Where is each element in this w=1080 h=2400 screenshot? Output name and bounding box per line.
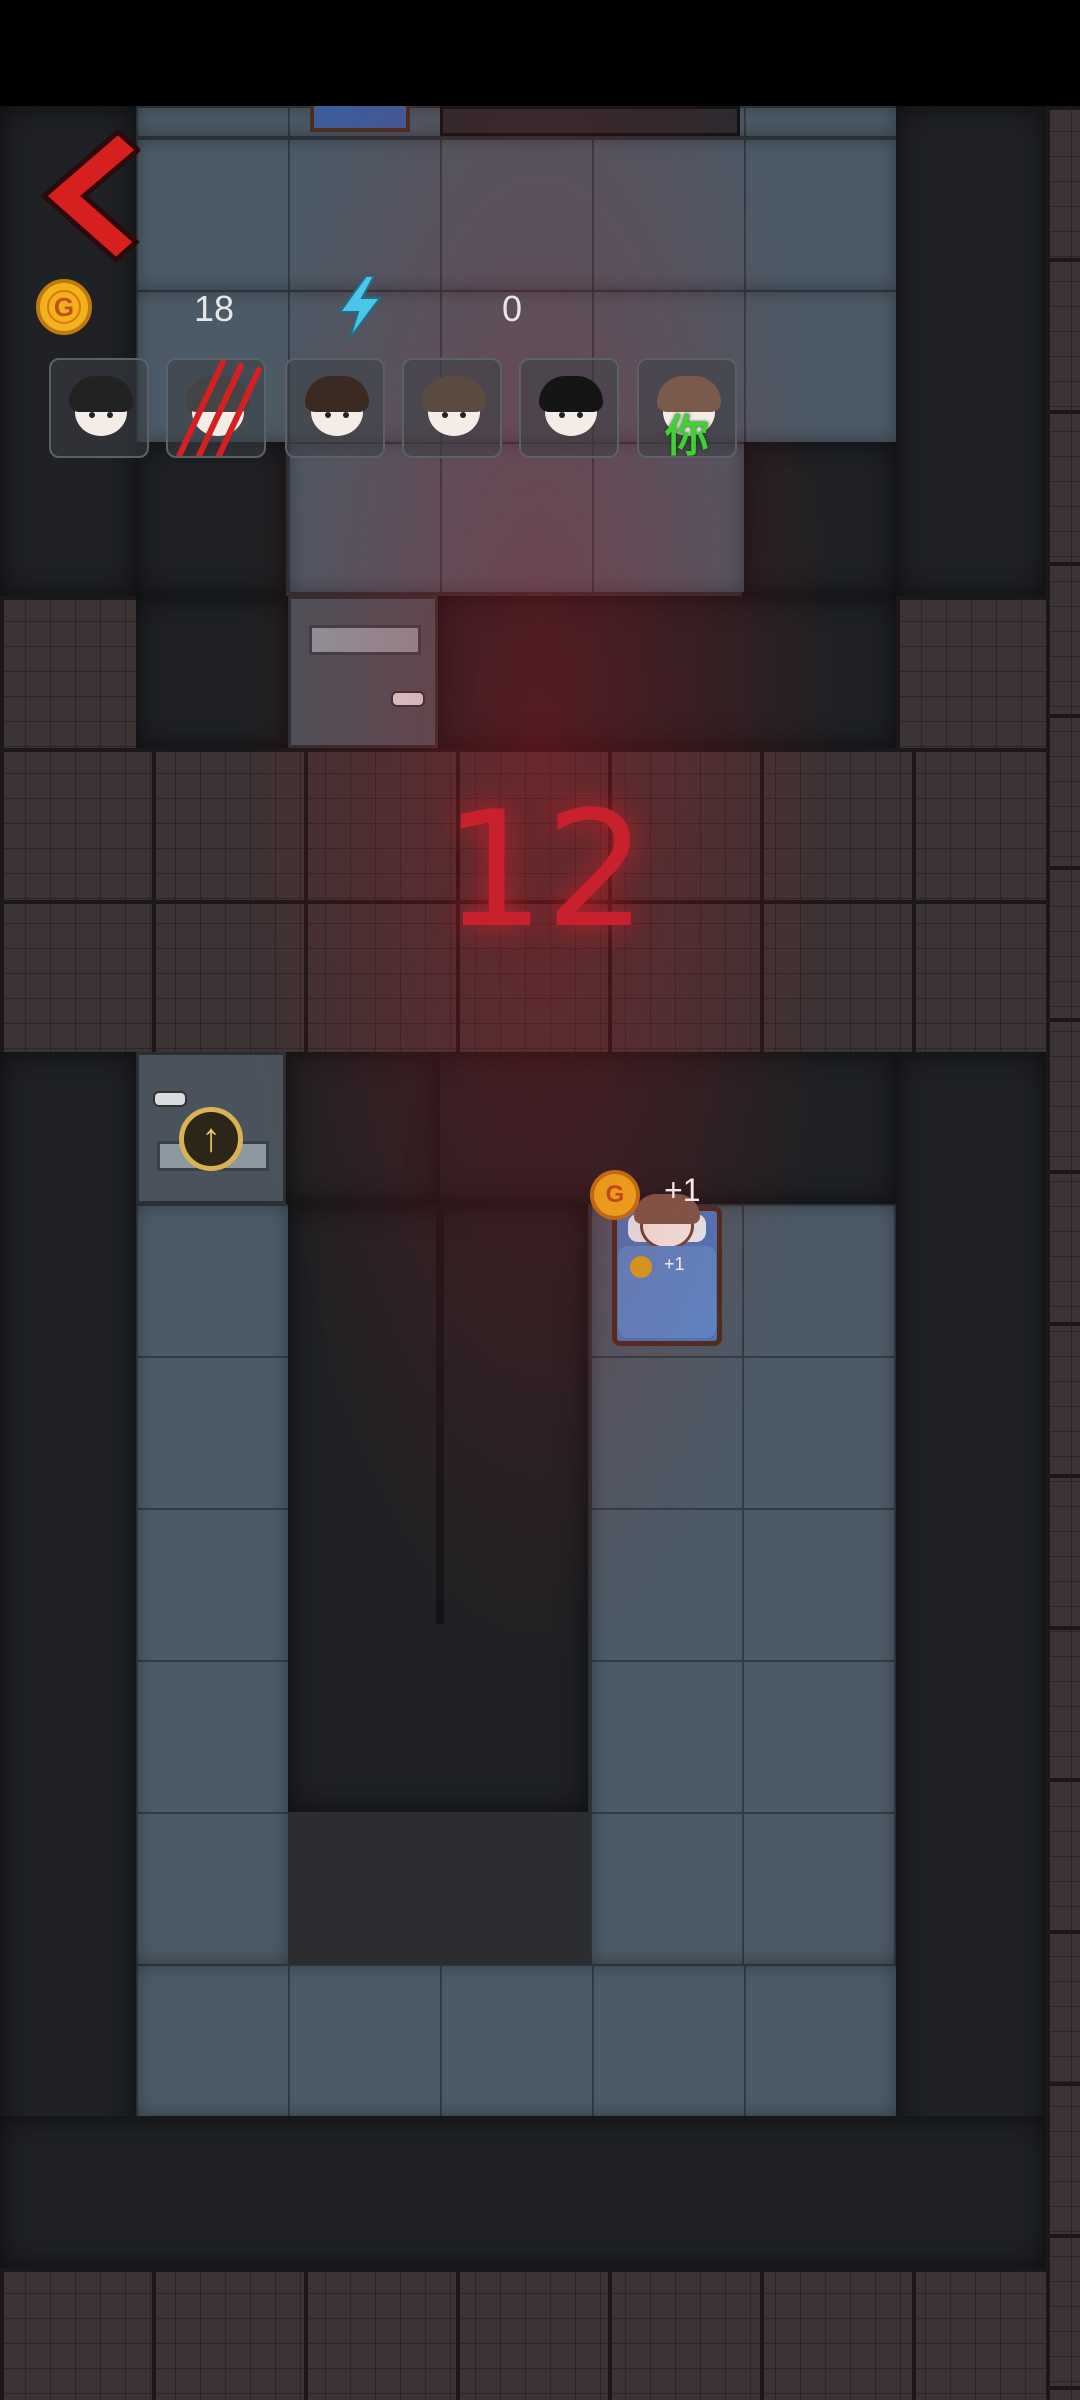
dark-wall-right-top [896,106,1046,596]
lower-room-door[interactable]: ↑ [136,1052,286,1204]
door-left-wall [136,596,288,748]
you-label: 你 [665,411,709,458]
upgrade-door-button[interactable]: ↑ [179,1107,243,1171]
corridor-bricks-right [896,596,1046,748]
player-slot-6-self[interactable]: 你 [637,358,737,458]
energy-count: 0 [502,288,523,329]
status-bar [0,0,1080,106]
bottom-bricks [0,2268,1046,2400]
top-room-door[interactable] [288,596,438,748]
player-hair [305,376,369,412]
lower-room-floor-left [136,1204,288,1964]
bed-income-label: +1 [664,1172,701,1208]
dark-void-mid [136,441,286,596]
top-wall-slot [440,106,740,136]
bed-top-remnant [310,106,410,132]
top-room-corner-right [744,442,896,596]
player-slot-3[interactable] [285,358,385,458]
player-slot-1[interactable] [49,358,149,458]
gold-coin-icon: G [36,279,92,335]
small-coin-icon [630,1256,652,1278]
lightning-icon [338,276,382,338]
countdown-timer: 12 [443,776,647,963]
top-room-floor-bottom [288,442,744,592]
lower-room-floor-bottom [136,1964,896,2116]
coin-count: 18 [194,288,235,329]
door-window [309,625,421,655]
back-arrow-icon [40,128,140,263]
door-knob [391,691,425,707]
bed-small-income-label: +1 [664,1254,685,1274]
player-slot-5[interactable] [519,358,619,458]
top-room-floor-main [136,138,896,290]
player-hair [539,376,603,412]
lower-dark-bottom [0,2116,1046,2268]
player-hair [422,376,486,412]
back-button[interactable] [40,128,140,263]
player-hair [69,376,133,412]
lower-door-right-wall [286,1052,440,1204]
upgrade-arrow-icon: ↑ [201,1116,221,1160]
corridor-bricks-left [0,596,136,748]
bed-coin-icon: G [590,1170,640,1220]
right-edge-bricks [1046,106,1080,2400]
pillar-divider [436,1204,444,1624]
player-slot-4[interactable] [402,358,502,458]
player-bed[interactable] [612,1194,722,1356]
door-right-wall [438,596,896,748]
door-knob [153,1091,187,1107]
player-slot-2-eliminated[interactable] [166,358,266,458]
